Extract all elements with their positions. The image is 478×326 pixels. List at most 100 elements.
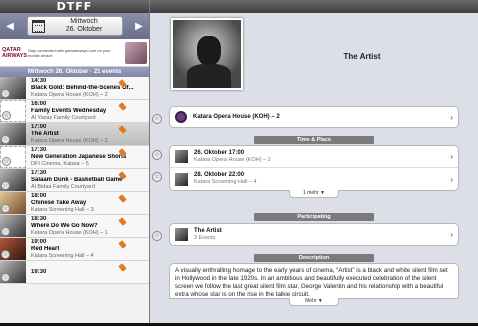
chevron-right-icon: › <box>450 174 453 184</box>
showing-date: 26. Oktober 17:00 <box>194 149 245 156</box>
event-list-item[interactable]: ☆ 19:00 Red Heart Katara Screening Hall – 4 <box>0 238 149 261</box>
description-label: Description <box>254 254 374 262</box>
event-list-item[interactable]: ☆ 18:30 Where Do We Go Now? Katara Opera Ho… <box>0 215 149 238</box>
event-location: Katara Opera House (KOH) – 1 <box>31 229 108 236</box>
event-location: DFI Cinema, Katara – 5 <box>31 160 89 167</box>
event-list-item[interactable]: ☆ 14:30 Black Gold: Behind-the-Scenes Of..… <box>0 77 149 100</box>
event-info: 17:30 Salaam Dunk - Basketball Game Al Bid… <box>31 170 149 191</box>
showings-box: 26. Oktober 17:00 Katara Opera House (KO… <box>169 145 459 191</box>
participant-event-count: 3 Events <box>194 234 216 241</box>
event-time: 16:00 <box>31 100 47 107</box>
showing-row[interactable]: 28. Oktober 22:00 Katara Screening Hall … <box>170 168 458 190</box>
event-list: ☆ 14:30 Black Gold: Behind-the-Scenes Of..… <box>0 77 149 284</box>
next-day-icon[interactable]: ▶ <box>134 21 144 32</box>
more-showings-button[interactable]: 1 mehr ▼ <box>289 190 339 198</box>
description-box: A visually enthralling homage to the ear… <box>169 263 459 299</box>
event-time: 17:00 <box>31 123 47 130</box>
more-description-button[interactable]: Mehr ▼ <box>289 298 339 306</box>
event-detail-pane: The Artist ☆ Katara Opera House (KOH) – … <box>150 0 478 326</box>
event-info: 18:00 Chinese Take Away Katara Screening H… <box>31 193 149 214</box>
current-date: Mittwoch 26. Oktober <box>51 18 118 34</box>
event-title: Black Gold: Behind-the-Scenes Of... <box>31 84 134 91</box>
event-thumbnail: ☆ <box>0 192 26 214</box>
time-place-label: Time & Place <box>254 136 374 144</box>
favorite-star-icon[interactable]: ☆ <box>1 227 10 236</box>
participating-row[interactable]: The Artist 3 Events › <box>169 223 459 246</box>
event-list-item[interactable]: ☆ 17:00 The Artist Katara Opera House (KOH)… <box>0 123 149 146</box>
prev-day-icon[interactable]: ◀ <box>5 21 15 32</box>
event-location: Al Bidaa Family Courtyard <box>31 183 95 190</box>
app-title: DTFF <box>56 0 93 13</box>
date-label: 26. Oktober <box>65 26 103 33</box>
event-time: 19:00 <box>31 238 47 245</box>
event-list-item[interactable]: ☆ 16:00 Family Events Wednesday Al Yazaz Fa… <box>0 100 149 123</box>
event-title: New Generation Japanese Shorts <box>31 153 127 160</box>
event-info: 19:30 <box>31 269 149 276</box>
showing-date: 28. Oktober 22:00 <box>194 172 245 178</box>
event-list-pane: DTFF ◀ Mittwoch 26. Oktober ▶ QATAR AIRW… <box>0 0 150 326</box>
event-count-header: Mittwoch 26. Oktober · 21 events <box>0 67 149 77</box>
event-list-item[interactable]: ☆ 17:30 Salaam Dunk - Basketball Game Al Bi… <box>0 169 149 192</box>
event-time: 17:30 <box>31 169 47 176</box>
weekday-label: Mittwoch <box>70 18 98 25</box>
location-pin-icon <box>175 111 187 123</box>
event-title: The Artist <box>343 52 381 61</box>
event-thumbnail: ☆ <box>0 77 26 99</box>
participant-thumbnail <box>175 228 188 241</box>
chevron-right-icon: › <box>450 112 453 122</box>
event-list-item[interactable]: ☆ 17:30 New Generation Japanese Shorts DFI … <box>0 146 149 169</box>
event-info: 19:00 Red Heart Katara Screening Hall – 4 <box>31 239 149 260</box>
event-thumbnail: ☆ <box>0 146 26 168</box>
event-info: 18:30 Where Do We Go Now? Katara Opera Hou… <box>31 216 149 237</box>
ad-logo: QATAR AIRWAYS <box>2 46 28 59</box>
participant-name: The Artist <box>194 227 222 234</box>
event-info: 16:00 Family Events Wednesday Al Yazaz Fam… <box>31 101 149 122</box>
event-time: 19:30 <box>31 268 47 275</box>
favorite-star-icon[interactable]: ☆ <box>2 111 11 120</box>
favorite-star-icon[interactable]: ☆ <box>1 250 10 259</box>
event-thumbnail: ☆ <box>0 261 26 283</box>
event-title: Red Heart <box>31 245 60 252</box>
venue-row[interactable]: Katara Opera House (KOH) – 2 › <box>169 106 459 128</box>
participating-label: Participating <box>254 213 374 221</box>
event-list-item[interactable]: ☆ 19:30 <box>0 261 149 284</box>
event-location: Katara Screening Hall – 3 <box>31 206 94 213</box>
favorite-star-icon[interactable]: ☆ <box>1 135 10 144</box>
showing-thumbnail <box>175 150 188 163</box>
ad-banner[interactable]: QATAR AIRWAYS Stay connected with qatara… <box>0 39 149 67</box>
favorite-star-icon[interactable]: ☆ <box>1 273 10 282</box>
event-thumbnail: ☆ <box>0 238 26 260</box>
favorite-star-icon[interactable]: ☆ <box>1 89 10 98</box>
date-picker-button[interactable]: Mittwoch 26. Oktober <box>26 16 123 36</box>
ad-image <box>125 41 147 64</box>
favorite-star-icon[interactable]: ☆ <box>1 181 10 190</box>
showing-venue: Katara Screening Hall – 4 <box>194 179 257 185</box>
event-info: 17:30 New Generation Japanese Shorts DFI C… <box>31 147 149 168</box>
event-thumbnail: ☆ <box>0 100 26 122</box>
event-time: 18:30 <box>31 215 47 222</box>
description-text: A visually enthralling homage to the ear… <box>175 267 448 297</box>
detail-header <box>150 0 478 13</box>
ad-text: Stay connected with qatarairways.com on … <box>28 47 111 58</box>
favorite-star-icon[interactable]: ☆ <box>1 204 10 213</box>
event-time: 18:00 <box>31 192 47 199</box>
favorite-showing-icon[interactable]: ☆ <box>152 172 162 182</box>
venue-name: Katara Opera House (KOH) – 2 <box>193 113 280 120</box>
event-poster <box>171 18 243 90</box>
favorite-star-icon[interactable]: ☆ <box>2 157 11 166</box>
event-title: Chinese Take Away <box>31 199 87 206</box>
event-list-item[interactable]: ☆ 18:00 Chinese Take Away Katara Screening … <box>0 192 149 215</box>
calendar-icon <box>31 19 45 33</box>
favorite-participant-icon[interactable]: ☆ <box>152 231 162 241</box>
event-title: Where Do We Go Now? <box>31 222 98 229</box>
favorite-showing-icon[interactable]: ☆ <box>152 150 162 160</box>
event-info: 14:30 Black Gold: Behind-the-Scenes Of...… <box>31 78 149 99</box>
event-location: Katara Screening Hall – 4 <box>31 252 94 259</box>
showing-row[interactable]: 26. Oktober 17:00 Katara Opera House (KO… <box>170 146 458 168</box>
event-thumbnail: ☆ <box>0 169 26 191</box>
showing-venue: Katara Opera House (KOH) – 2 <box>194 156 271 163</box>
app-header: DTFF <box>0 0 149 13</box>
favorite-venue-icon[interactable]: ☆ <box>152 114 162 124</box>
date-navigation: ◀ Mittwoch 26. Oktober ▶ <box>0 13 149 39</box>
event-info: 17:00 The Artist Katara Opera House (KOH) … <box>31 124 149 145</box>
